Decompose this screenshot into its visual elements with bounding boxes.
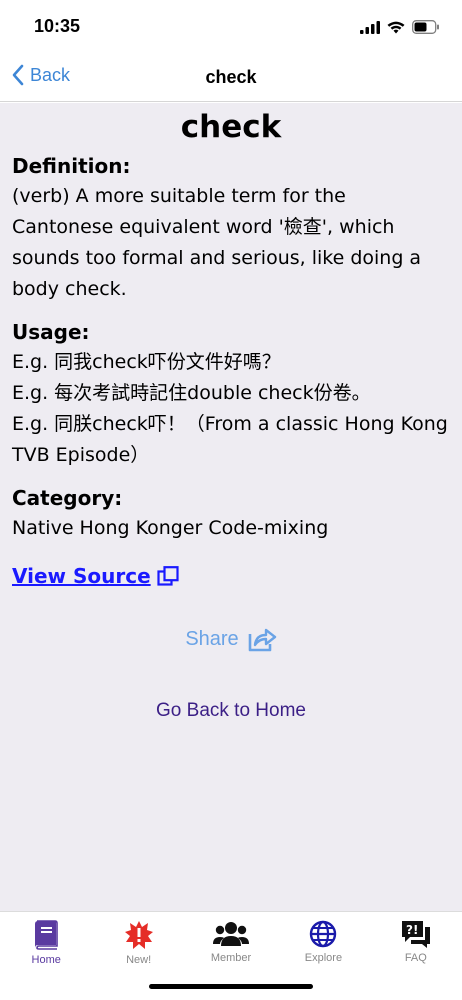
globe-icon [310,920,337,948]
tab-label: FAQ [404,952,427,964]
navigation-bar: Back check [0,54,462,102]
status-icons [360,20,440,34]
book-icon [35,920,59,950]
tab-label: New! [126,954,152,966]
question-chat-icon: ?! [401,921,430,948]
status-time: 10:35 [34,16,81,36]
share-button[interactable]: Share [0,626,462,652]
battery-icon [412,20,439,34]
usage-example: E.g. 同我check吓份文件好嗎？ [12,351,281,373]
go-back-home-button[interactable]: Go Back to Home [0,700,462,722]
category-text: Native Hong Konger Code-mixing [12,517,329,539]
view-source-label: View Source [12,564,151,588]
view-source-row: View Source [0,564,462,588]
usage-section: Usage: E.g. 同我check吓份文件好嗎？ E.g. 每次考試時記住d… [0,317,462,471]
category-label: Category: [12,486,123,510]
external-link-icon [157,566,179,586]
svg-text:?!: ?! [406,923,418,937]
definition-text: (verb) A more suitable term for the Cant… [12,185,422,300]
view-source-link[interactable]: View Source [12,564,179,588]
usage-example: E.g. 同朕check吓！（From a classic Hong Kong … [12,413,448,466]
signal-icon [360,20,380,34]
tab-faq[interactable]: ?! FAQ [370,912,462,1000]
share-icon [248,628,276,652]
definition-section: Definition: (verb) A more suitable term … [0,151,462,305]
tab-label: Member [210,952,252,964]
definition-label: Definition: [12,154,131,178]
usage-label: Usage: [12,320,90,344]
wifi-icon [387,21,405,33]
home-indicator [149,984,313,989]
tab-home[interactable]: Home [0,912,92,1000]
usage-example: E.g. 每次考試時記住double check份卷。 [12,382,371,404]
term-detail-content: check Definition: (verb) A more suitable… [0,103,462,911]
status-bar: 10:35 [0,0,462,54]
tab-label: Home [31,954,61,966]
tab-label: Explore [304,952,343,964]
share-label: Share [185,627,239,650]
burst-alert-icon [124,921,153,949]
users-icon [213,922,250,946]
category-section: Category: Native Hong Konger Code-mixing [0,483,462,544]
nav-title: check [205,67,257,87]
term-title: check [180,109,282,145]
